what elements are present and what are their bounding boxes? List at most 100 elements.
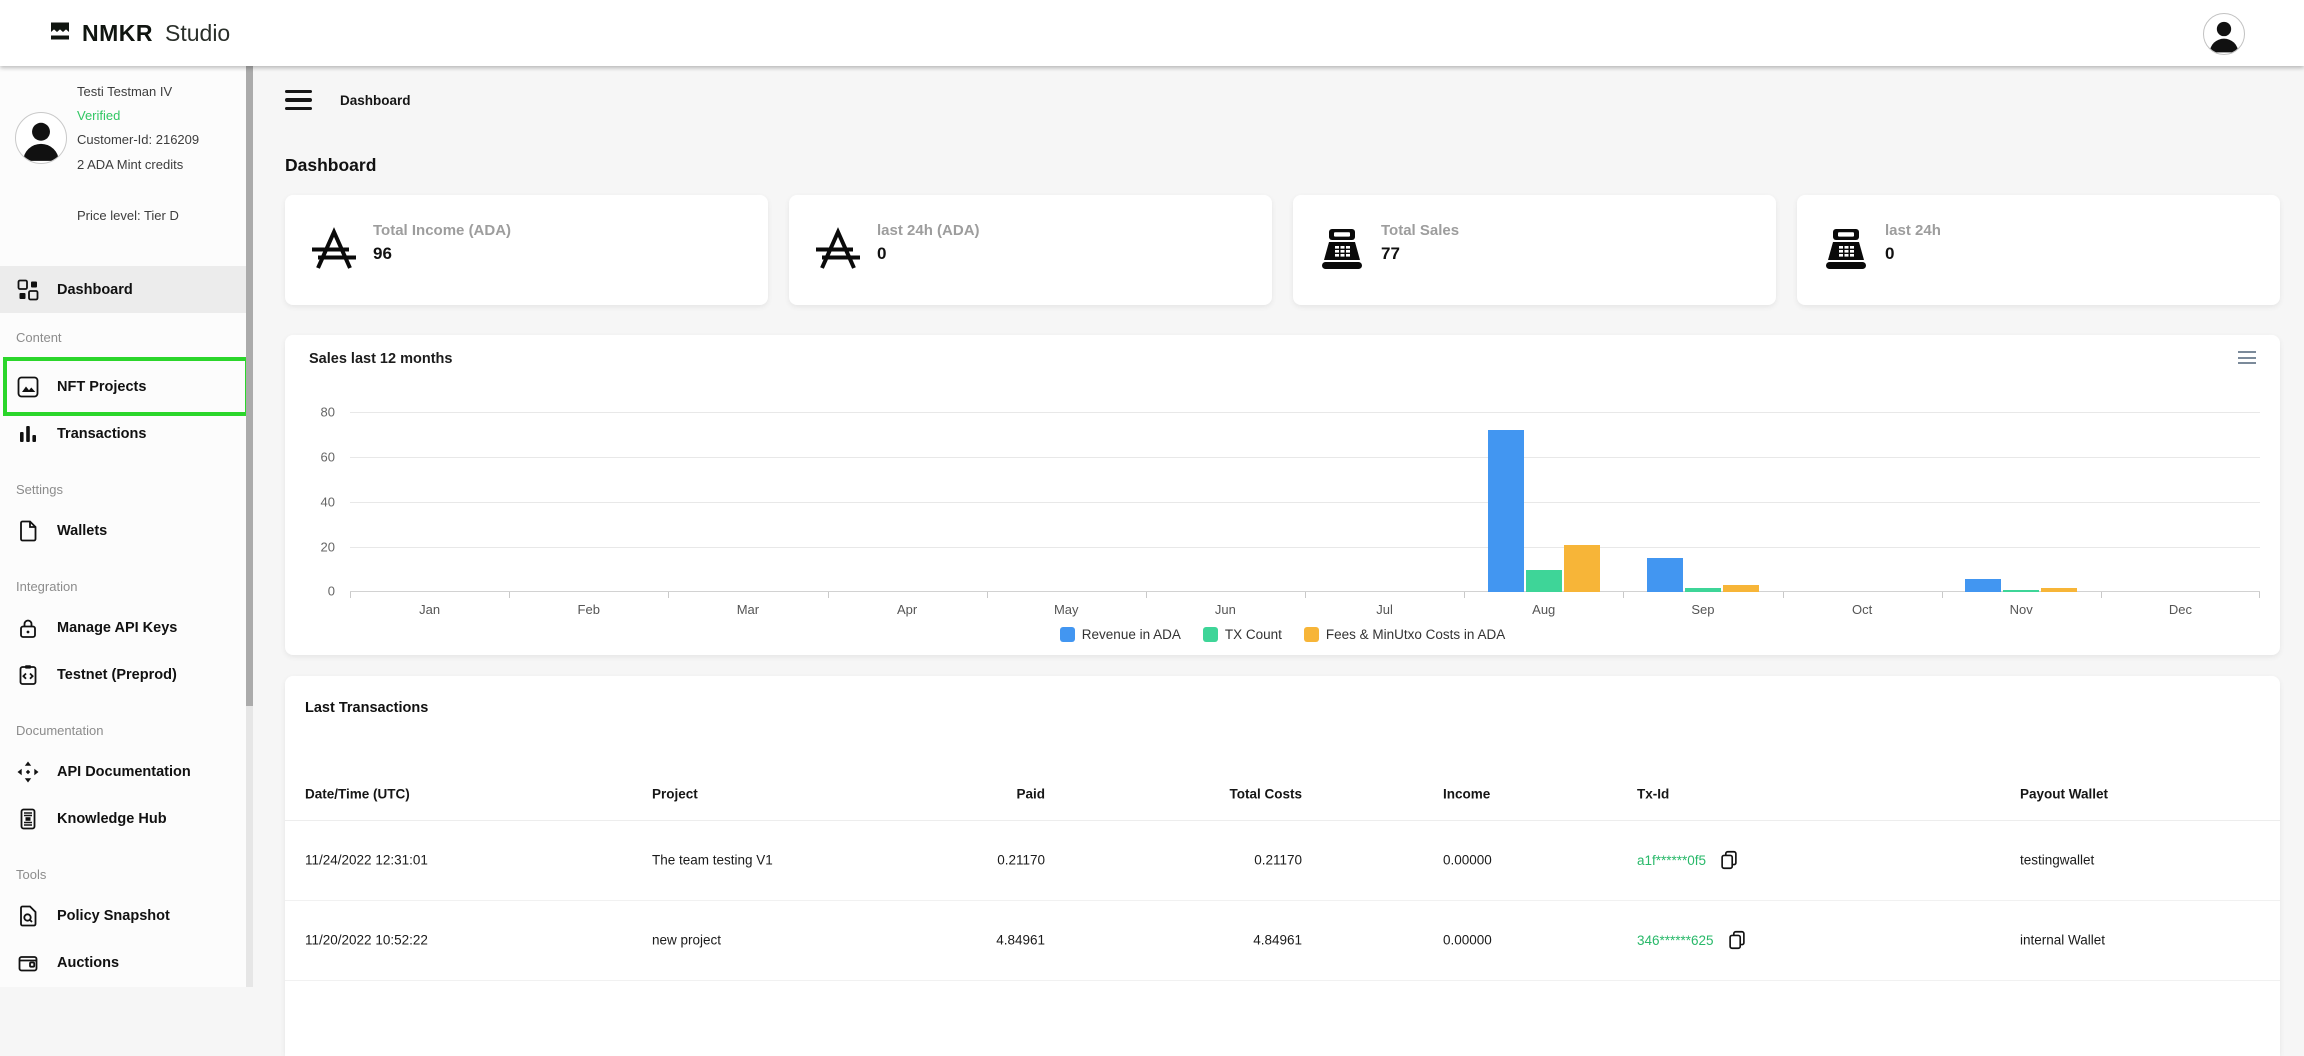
user-price-level: Price level: Tier D [77,208,179,223]
x-tick [1464,592,1465,598]
table-header-row: Date/Time (UTC) Project Paid Total Costs… [285,768,2280,821]
sidebar-item-testnet-preprod[interactable]: Testnet (Preprod) [0,651,253,698]
txid-link[interactable]: a1f******0f5 [1637,853,1706,868]
stat-card-total-income: Total Income (ADA) 96 [285,195,768,305]
wallet-icon [16,951,40,975]
sidebar-item-label: Transactions [57,426,146,442]
chart-y-axis: 020406080 [285,412,335,592]
x-axis-label: Mar [668,602,827,617]
chart-menu-icon[interactable] [2238,351,2256,364]
legend-item[interactable]: Fees & MinUtxo Costs in ADA [1304,627,1505,642]
y-tick-label: 80 [321,405,335,420]
chart-legend: Revenue in ADA TX Count Fees & MinUtxo Cos… [285,627,2280,642]
nmkr-studio-app: NMKR Studio Testi Testman IV Verified Cu… [0,0,2304,987]
sidebar-item-transactions[interactable]: Transactions [0,410,253,457]
y-tick-label: 40 [321,495,335,510]
sidebar-scrollbar-thumb[interactable] [246,66,253,706]
bar-sep-2 [1723,585,1759,592]
page-title: Dashboard [285,155,376,176]
x-tick [2101,592,2102,598]
stat-card-last24h-sales: last 24h 0 [1797,195,2280,305]
x-axis-label: Feb [509,602,668,617]
ada-icon [311,227,357,273]
copy-icon[interactable] [1726,929,1748,951]
stat-card-total-sales: Total Sales 77 [1293,195,1776,305]
sidebar-section-documentation: Documentation [0,712,253,748]
x-tick [350,592,351,598]
x-axis-label: Jul [1305,602,1464,617]
txid-link[interactable]: 346******625 [1637,933,1714,948]
top-header: NMKR Studio [0,0,2304,66]
x-axis-label: Apr [828,602,987,617]
col-header-payout-wallet: Payout Wallet [2020,787,2108,802]
sidebar-item-label: API Documentation [57,764,191,780]
move-arrows-icon [16,760,40,784]
cell-income: 0.00000 [1443,933,1492,948]
brand-logo[interactable]: NMKR Studio [48,19,230,48]
sidebar-item-label: Manage API Keys [57,620,177,636]
x-tick [1623,592,1624,598]
x-tick [1783,592,1784,598]
bar-aug-0 [1488,430,1524,592]
breadcrumb: Dashboard [340,93,411,108]
ada-icon [815,227,861,273]
transactions-title: Last Transactions [305,700,428,716]
x-tick [1305,592,1306,598]
table-row: 11/20/2022 10:52:22 new project 4.84961 … [285,900,2280,981]
x-tick [509,592,510,598]
cell-payout-wallet: testingwallet [2020,853,2094,868]
cell-income: 0.00000 [1443,853,1492,868]
sidebar-item-policy-snapshot[interactable]: Policy Snapshot [0,892,253,939]
user-customer-id: Customer-Id: 216209 [77,132,199,147]
cell-project: The team testing V1 [652,853,773,868]
menu-toggle-button[interactable] [285,90,312,110]
user-name: Testi Testman IV [77,84,172,99]
cell-total-costs: 0.21170 [1115,853,1302,868]
col-header-paid: Paid [895,787,1045,802]
col-header-total-costs: Total Costs [1115,787,1302,802]
user-mint-credits: 2 ADA Mint credits [77,157,183,172]
gridline [350,502,2260,503]
sidebar-item-dashboard[interactable]: Dashboard [0,266,253,313]
legend-swatch [1203,627,1218,642]
chart-plot-area [350,412,2260,592]
sidebar-item-label: NFT Projects [57,379,146,395]
sidebar-item-label: Wallets [57,523,107,539]
x-axis-label: Nov [1942,602,2101,617]
sidebar-item-nft-projects[interactable]: NFT Projects [0,363,253,410]
y-tick-label: 0 [328,584,335,599]
lock-icon [16,616,40,640]
cell-datetime: 11/24/2022 12:31:01 [305,853,428,868]
col-header-datetime: Date/Time (UTC) [305,787,410,802]
sidebar-item-label: Dashboard [57,282,133,298]
bar-sep-0 [1647,558,1683,592]
x-axis-label: Oct [1783,602,1942,617]
stat-label: Total Sales [1381,222,1459,239]
sidebar: Testi Testman IV Verified Customer-Id: 2… [0,66,253,987]
bar-aug-2 [1564,545,1600,592]
legend-item[interactable]: Revenue in ADA [1060,627,1181,642]
user-avatar[interactable] [2203,13,2245,55]
legend-item[interactable]: TX Count [1203,627,1282,642]
image-icon [16,375,40,399]
legend-label: TX Count [1225,627,1282,642]
sidebar-item-knowledge-hub[interactable]: Knowledge Hub [0,795,253,842]
x-tick [2259,592,2260,598]
sidebar-item-manage-api-keys[interactable]: Manage API Keys [0,604,253,651]
sidebar-item-auctions[interactable]: Auctions [0,939,253,986]
sidebar-section-content: Content [0,319,253,355]
stat-card-last24h-ada: last 24h (ADA) 0 [789,195,1272,305]
sales-chart-card: Sales last 12 months 020406080 JanFebMar… [285,335,2280,655]
sidebar-scrollbar[interactable] [246,66,253,987]
sidebar-section-integration: Integration [0,568,253,604]
dashboard-icon [16,278,40,302]
main-content: Dashboard Dashboard Total Income (ADA) 9… [260,66,2304,987]
cell-datetime: 11/20/2022 10:52:22 [305,933,428,948]
copy-icon[interactable] [1718,849,1740,871]
sidebar-item-api-documentation[interactable]: API Documentation [0,748,253,795]
legend-label: Fees & MinUtxo Costs in ADA [1326,627,1505,642]
sidebar-item-wallets[interactable]: Wallets [0,507,253,554]
cell-txid: 346******625 [1637,929,1748,951]
bar-aug-1 [1526,570,1562,593]
chart-title: Sales last 12 months [309,351,452,367]
